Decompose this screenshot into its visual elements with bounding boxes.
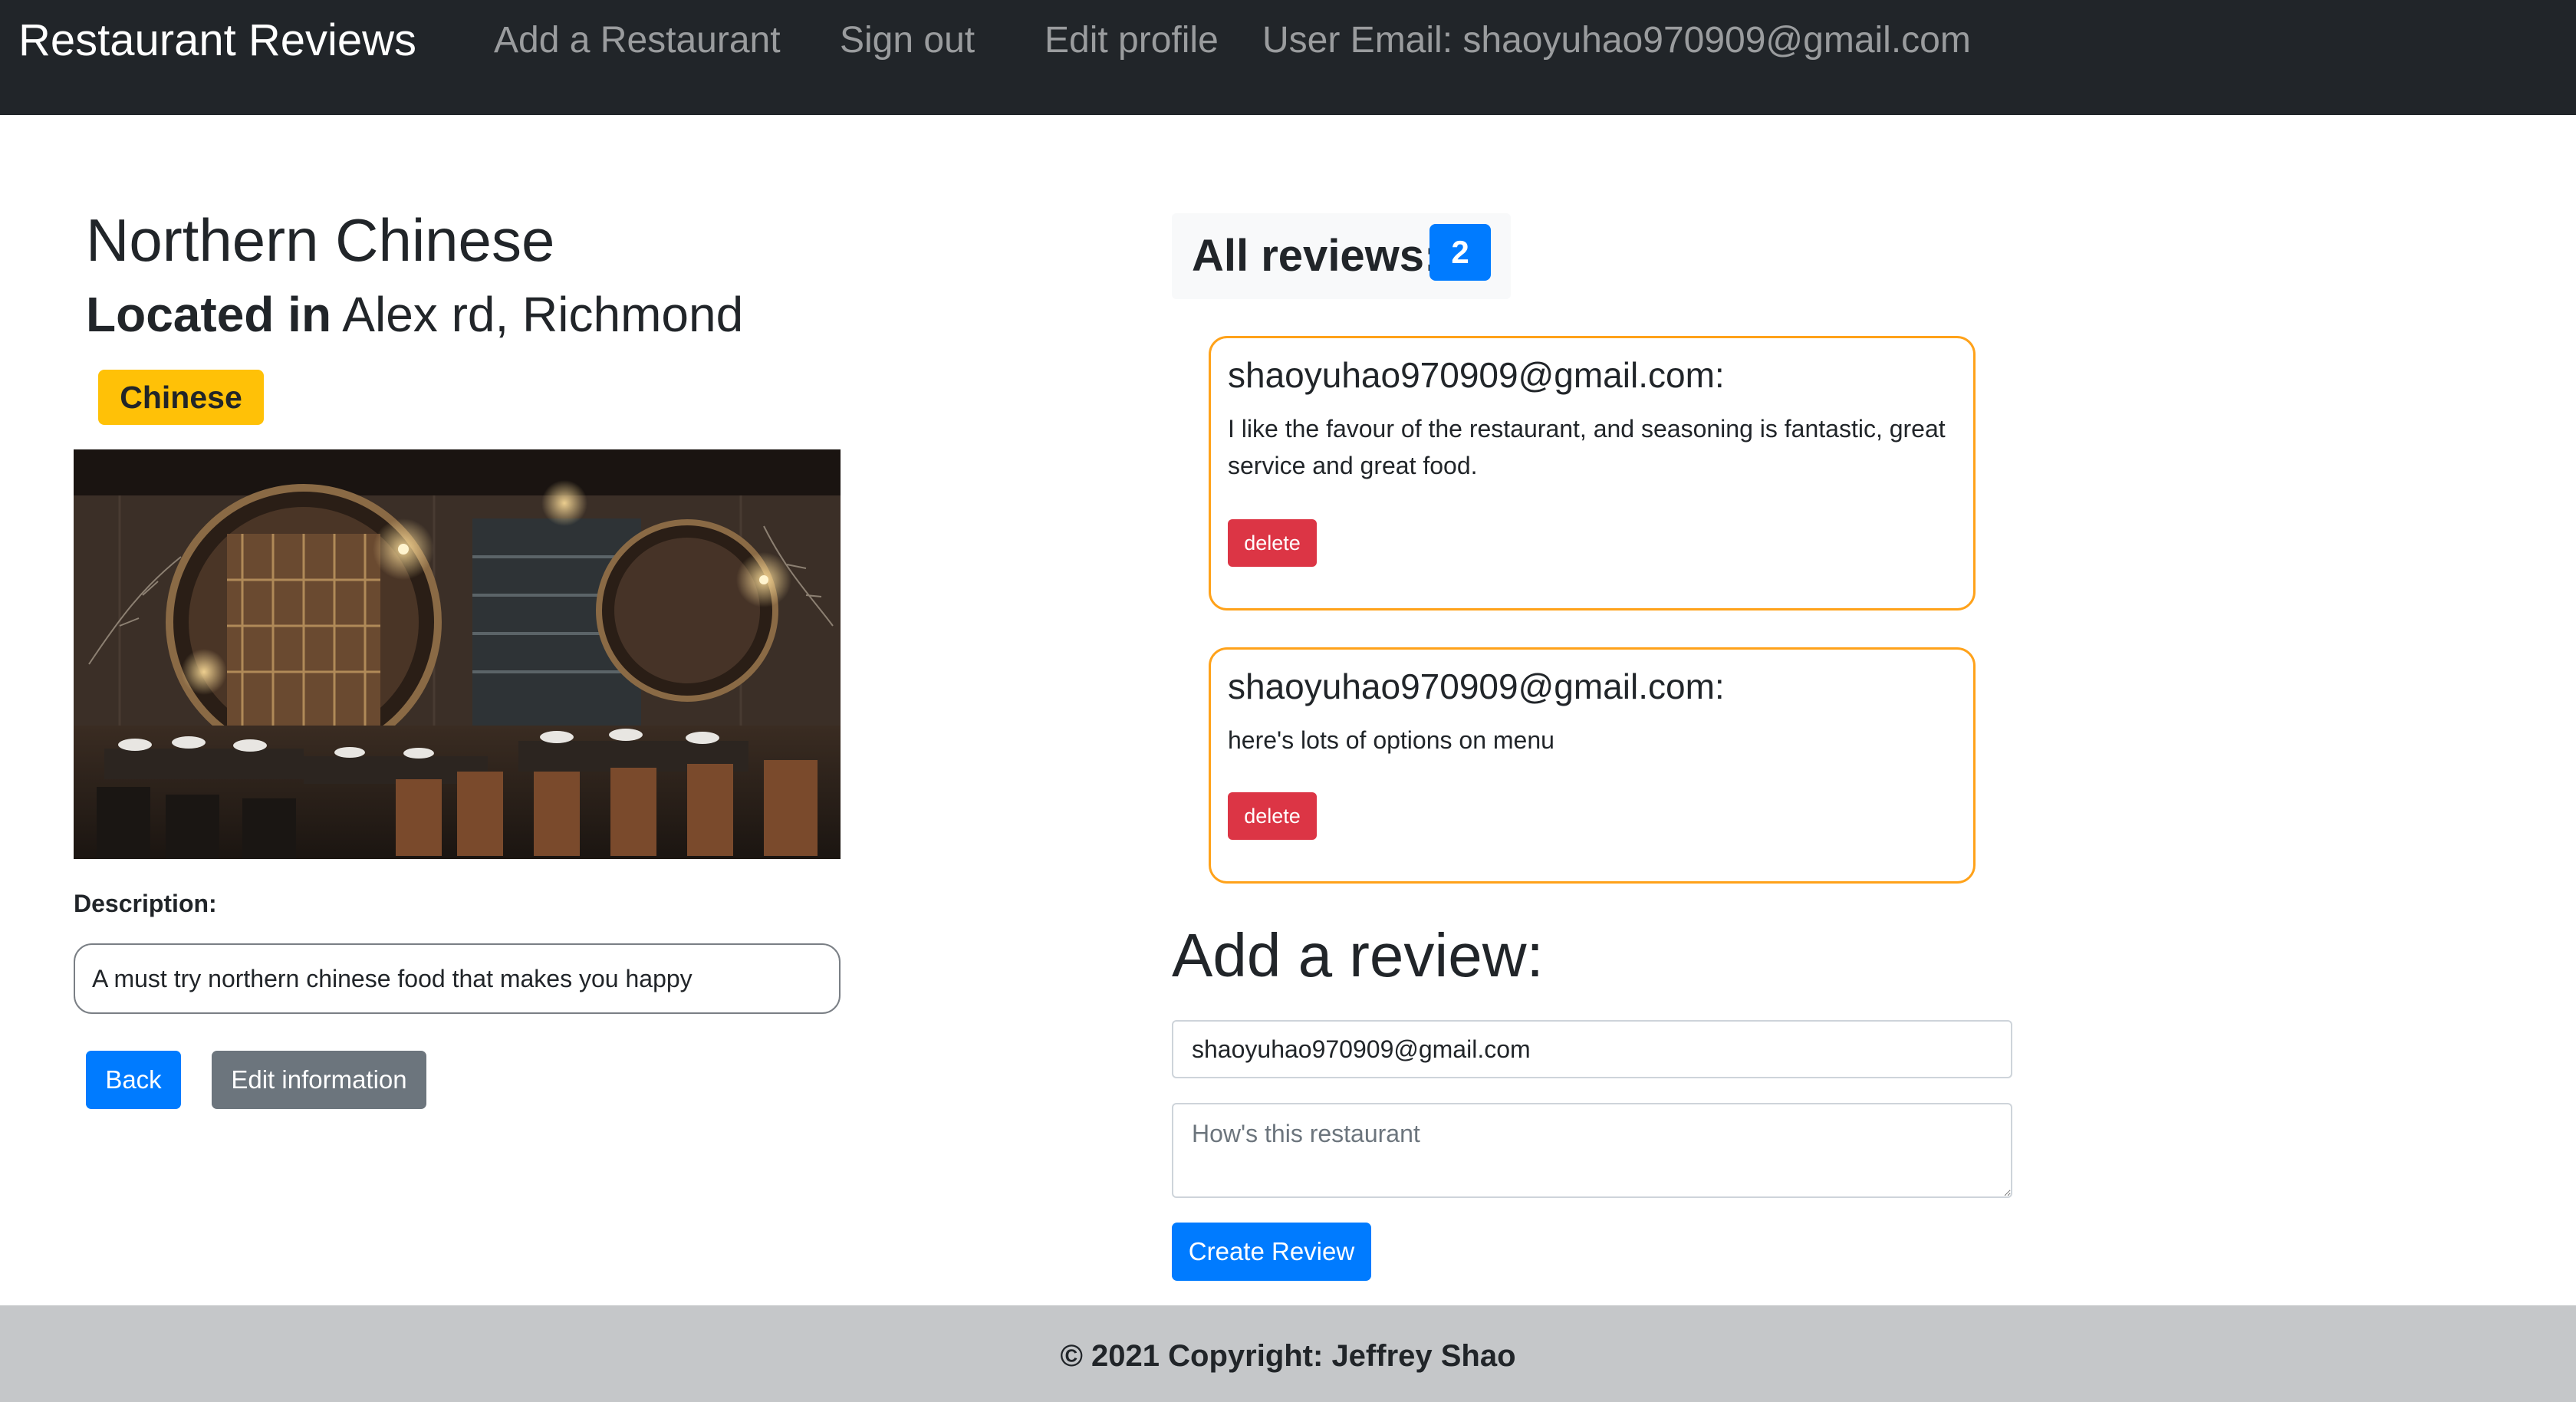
location-prefix: Located in bbox=[86, 287, 332, 342]
top-navbar: Restaurant Reviews Add a Restaurant Sign… bbox=[0, 0, 2576, 115]
review-textarea[interactable] bbox=[1172, 1103, 2012, 1198]
edit-information-button[interactable]: Edit information bbox=[212, 1051, 426, 1109]
create-review-button[interactable]: Create Review bbox=[1172, 1223, 1371, 1281]
delete-review-button[interactable]: delete bbox=[1228, 519, 1317, 567]
reviews-header-label: All reviews: bbox=[1192, 231, 1439, 281]
footer-copyright: © 2021 Copyright: Jeffrey Shao bbox=[1060, 1339, 1516, 1373]
review-card: shaoyuhao970909@gmail.com: I like the fa… bbox=[1209, 336, 1976, 610]
review-text: I like the favour of the restaurant, and… bbox=[1228, 415, 1946, 479]
restaurant-photo bbox=[74, 449, 841, 859]
location-value: Alex rd, Richmond bbox=[342, 287, 744, 342]
review-text: here's lots of options on menu bbox=[1228, 726, 1554, 754]
cuisine-badge: Chinese bbox=[98, 370, 264, 425]
delete-review-button[interactable]: delete bbox=[1228, 792, 1317, 840]
description-label: Description: bbox=[74, 890, 217, 917]
review-author: shaoyuhao970909@gmail.com: bbox=[1228, 666, 1725, 706]
restaurant-name: Northern Chinese bbox=[86, 206, 555, 274]
nav-edit-profile-link[interactable]: Edit profile bbox=[1045, 17, 1219, 64]
review-author: shaoyuhao970909@gmail.com: bbox=[1228, 355, 1725, 395]
restaurant-location: Located in Alex rd, Richmond bbox=[86, 284, 743, 345]
nav-add-restaurant-link[interactable]: Add a Restaurant bbox=[494, 17, 781, 64]
back-button[interactable]: Back bbox=[86, 1051, 181, 1109]
footer: © 2021 Copyright: Jeffrey Shao bbox=[0, 1305, 2576, 1402]
reviews-header: All reviews: 2 bbox=[1172, 213, 1511, 299]
review-card: shaoyuhao970909@gmail.com: here's lots o… bbox=[1209, 647, 1976, 884]
brand-link[interactable]: Restaurant Reviews bbox=[18, 14, 416, 67]
add-review-title: Add a review: bbox=[1172, 921, 1544, 989]
nav-user-email: User Email: shaoyuhao970909@gmail.com bbox=[1262, 20, 1971, 61]
reviews-count-badge: 2 bbox=[1429, 224, 1491, 281]
nav-sign-out-link[interactable]: Sign out bbox=[840, 17, 975, 64]
review-email-input[interactable] bbox=[1172, 1020, 2012, 1078]
description-field[interactable]: A must try northern chinese food that ma… bbox=[74, 943, 841, 1014]
